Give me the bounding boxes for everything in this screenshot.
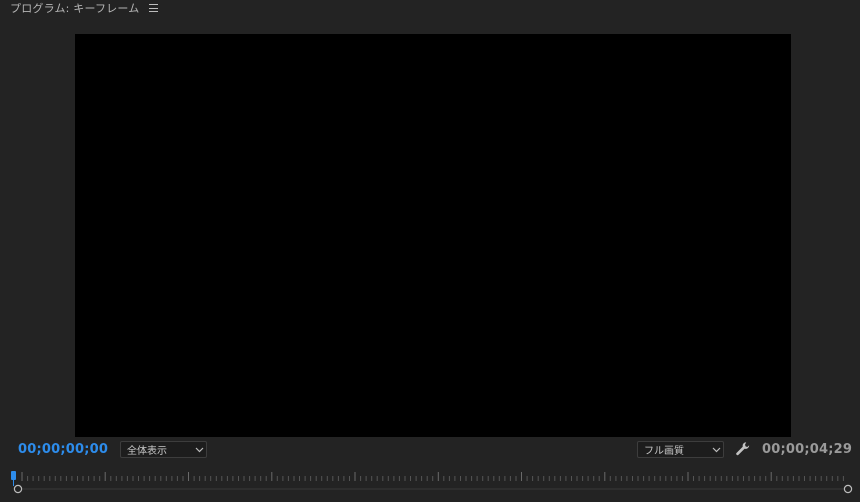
playhead-icon — [11, 471, 16, 480]
zoom-level-label: 全体表示 — [127, 446, 167, 457]
hamburger-menu-icon[interactable] — [149, 4, 159, 12]
chevron-down-icon — [192, 442, 206, 457]
panel-header: プログラム: キーフレーム — [0, 0, 159, 16]
current-timecode[interactable]: 00;00;00;00 — [18, 442, 108, 457]
time-ruler[interactable] — [10, 466, 855, 496]
playback-resolution-label: フル画質 — [644, 446, 684, 457]
zoom-level-select[interactable]: 全体表示 — [120, 441, 207, 458]
program-viewer[interactable] — [75, 34, 791, 437]
program-monitor-panel: プログラム: キーフレーム 00;00;00;00 全体表示 フル画質 00;0… — [0, 0, 860, 502]
out-point-handle — [843, 484, 853, 494]
panel-title[interactable]: プログラム: キーフレーム — [10, 0, 139, 16]
chevron-down-icon — [709, 442, 723, 457]
playback-resolution-select[interactable]: フル画質 — [637, 441, 724, 458]
duration-timecode: 00;00;04;29 — [762, 442, 853, 457]
monitor-controls-bar: 00;00;00;00 全体表示 フル画質 00;00;04;29 — [0, 439, 860, 461]
in-point-handle — [13, 484, 23, 494]
wrench-icon[interactable] — [735, 441, 751, 457]
ruler-ticks — [21, 472, 844, 481]
